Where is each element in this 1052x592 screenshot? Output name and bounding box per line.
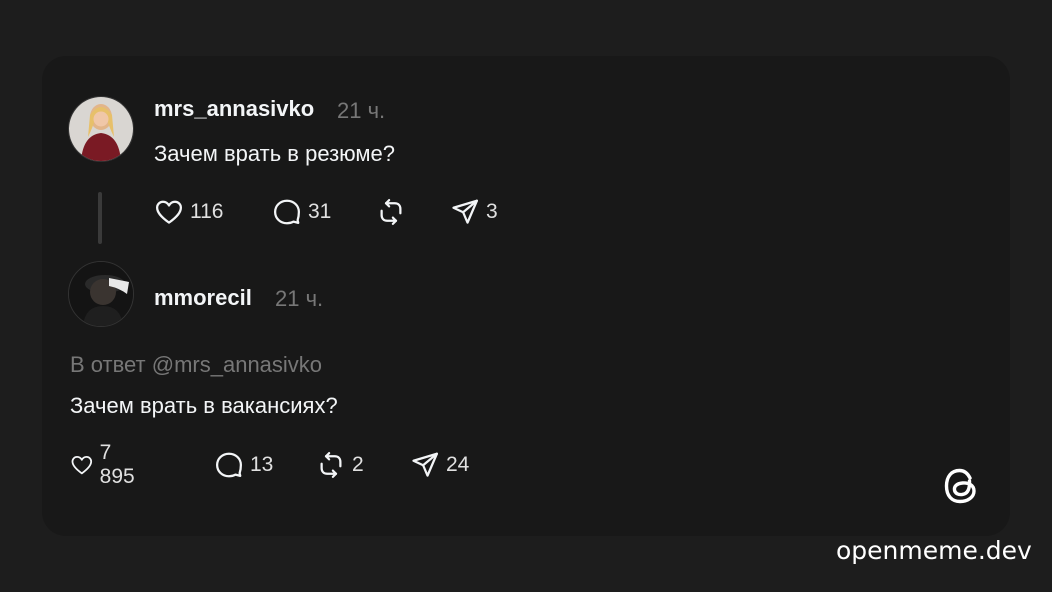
share-button[interactable]: 24 — [410, 449, 469, 481]
comment-button[interactable]: 31 — [272, 196, 331, 228]
post-text: Зачем врать в резюме? — [154, 141, 396, 166]
repost-button[interactable]: 2 — [316, 449, 364, 481]
repost-icon — [320, 452, 342, 478]
share-count: 3 — [486, 200, 498, 223]
like-count: 7 895 — [99, 441, 135, 488]
comment-bubble-icon — [274, 199, 300, 225]
repost-button[interactable] — [376, 196, 406, 228]
watermark: openmeme.dev — [836, 536, 1032, 565]
like-button[interactable]: 7 895 — [70, 441, 141, 488]
heart-icon — [71, 456, 93, 475]
share-send-icon — [452, 199, 478, 224]
reply-to-label[interactable]: В ответ @mrs_annasivko — [70, 352, 322, 378]
threads-logo-icon — [944, 468, 976, 504]
reply-time: 21 ч. — [275, 286, 324, 311]
comment-count: 13 — [250, 453, 274, 476]
post-username[interactable]: mrs_annasivko — [154, 96, 314, 122]
reply-text: Зачем врать в вакансиях? — [70, 393, 338, 418]
comment-bubble-icon — [216, 452, 242, 478]
thread-connector-line — [98, 192, 102, 244]
comment-count: 31 — [308, 200, 332, 223]
like-button[interactable]: 116 — [154, 196, 223, 228]
comment-button[interactable]: 13 — [214, 449, 273, 481]
avatar[interactable] — [68, 96, 134, 162]
post-time: 21 ч. — [337, 98, 386, 123]
share-send-icon — [412, 452, 438, 477]
avatar[interactable] — [68, 261, 134, 327]
repost-count: 2 — [352, 453, 364, 476]
share-button[interactable]: 3 — [450, 196, 498, 228]
repost-icon — [380, 199, 402, 225]
like-count: 116 — [190, 200, 224, 223]
heart-icon — [156, 200, 182, 224]
reply-username[interactable]: mmorecil — [154, 285, 252, 311]
share-count: 24 — [446, 453, 470, 476]
